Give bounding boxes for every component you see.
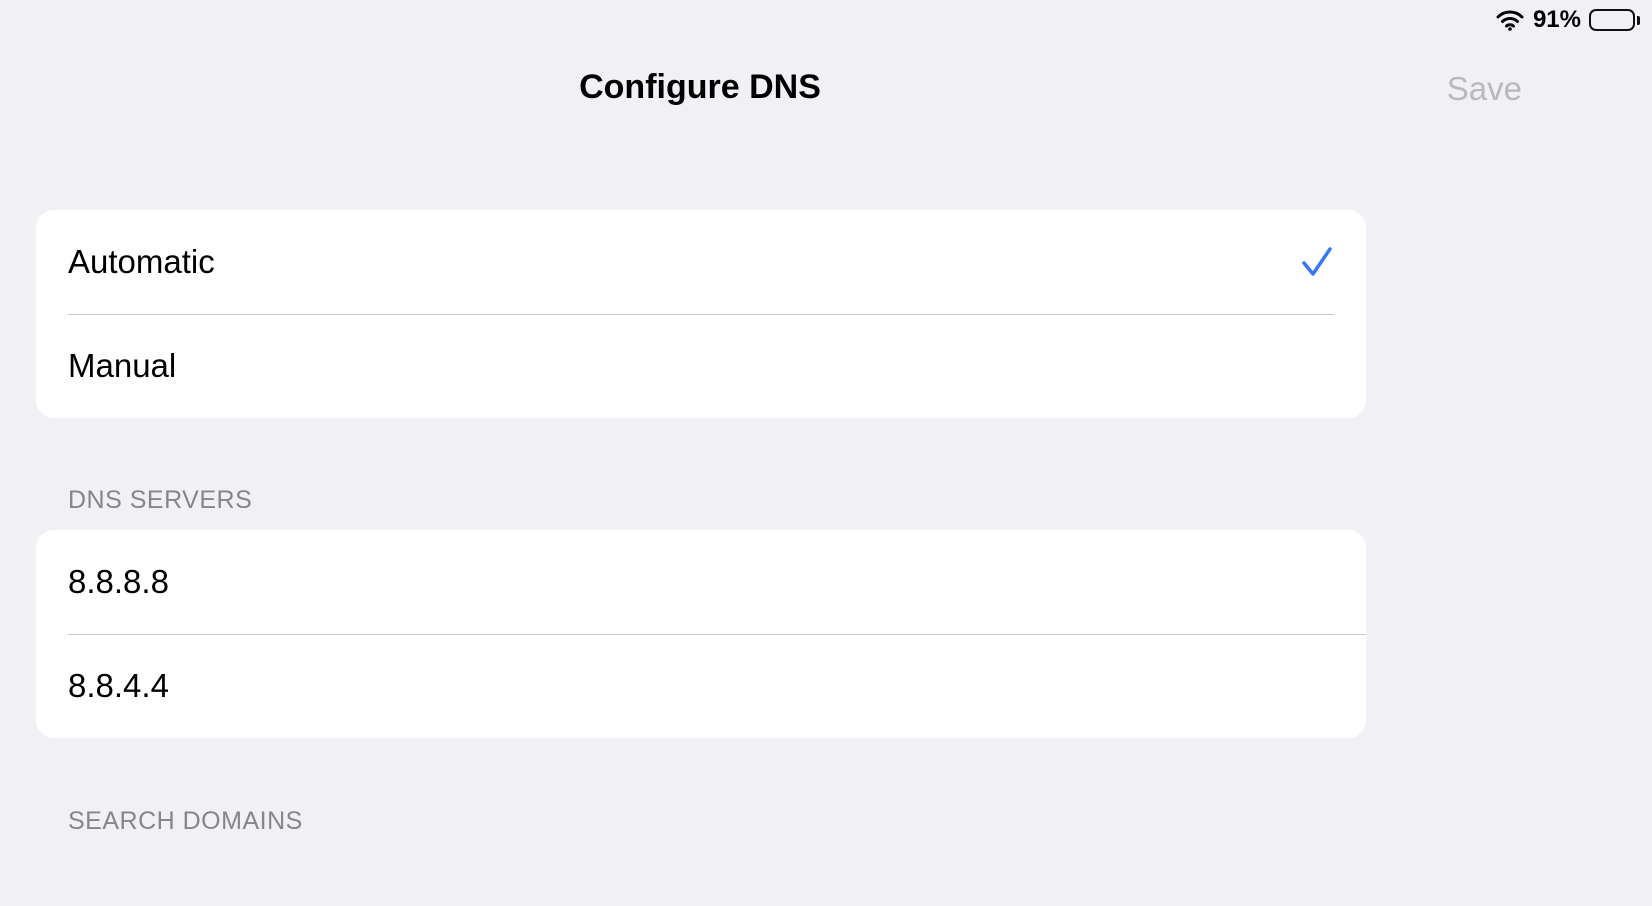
option-label: Automatic: [68, 243, 215, 280]
battery-percentage: 91%: [1532, 6, 1581, 33]
status-bar: 91%: [1495, 4, 1640, 36]
option-label: Manual: [68, 347, 177, 384]
wifi-icon: [1495, 8, 1525, 32]
dns-mode-group: Automatic Manual: [36, 210, 1366, 418]
dns-server-address: 8.8.4.4: [68, 667, 169, 704]
option-manual[interactable]: Manual: [36, 314, 1366, 418]
dns-server-item[interactable]: 8.8.8.8: [36, 530, 1366, 634]
battery-icon: [1589, 9, 1640, 31]
dns-server-item[interactable]: 8.8.4.4: [36, 634, 1366, 738]
checkmark-icon: [1302, 247, 1332, 276]
dns-server-address: 8.8.8.8: [68, 563, 169, 600]
dns-servers-header: DNS SERVERS: [68, 486, 253, 514]
save-button[interactable]: Save: [1447, 70, 1522, 108]
page-title: Configure DNS: [579, 68, 821, 106]
option-automatic[interactable]: Automatic: [36, 210, 1366, 314]
search-domains-header: SEARCH DOMAINS: [68, 807, 303, 835]
dns-servers-list: 8.8.8.8 8.8.4.4: [36, 530, 1366, 738]
